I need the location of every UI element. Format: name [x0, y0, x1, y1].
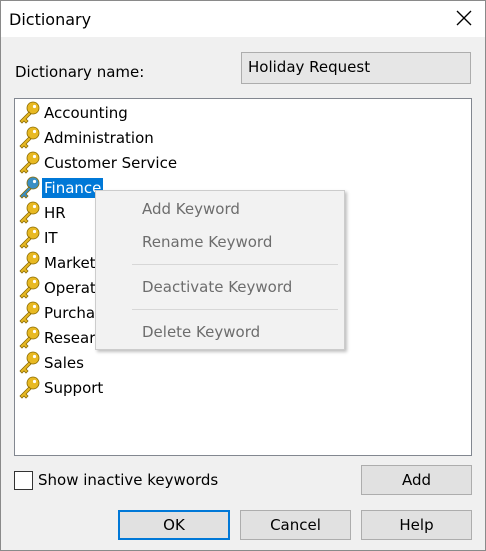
key-icon — [19, 351, 40, 374]
key-icon — [19, 151, 40, 174]
menu-item-delete-keyword[interactable]: Delete Keyword — [142, 323, 260, 341]
ok-button[interactable]: OK — [118, 510, 230, 540]
key-icon — [19, 326, 40, 349]
list-item-label: Sales — [44, 354, 84, 372]
list-item-label: IT — [44, 229, 58, 247]
key-icon — [19, 251, 40, 274]
key-icon — [19, 101, 40, 124]
list-item-label: Marketi — [44, 254, 100, 272]
title-bar: Dictionary — [1, 1, 485, 37]
show-inactive-label[interactable]: Show inactive keywords — [38, 471, 218, 489]
key-icon — [19, 301, 40, 324]
list-item-label: Administration — [44, 129, 154, 147]
list-item-label: Support — [44, 379, 104, 397]
dictionary-dialog: Dictionary Dictionary name: Holiday Requ… — [0, 0, 486, 551]
add-button[interactable]: Add — [361, 465, 472, 495]
key-icon — [19, 126, 40, 149]
dictionary-name-label: Dictionary name: — [15, 63, 145, 81]
help-button[interactable]: Help — [361, 510, 472, 540]
key-icon — [19, 376, 40, 399]
key-icon — [19, 201, 40, 224]
close-icon[interactable] — [453, 7, 475, 29]
show-inactive-checkbox[interactable] — [14, 471, 33, 490]
menu-item-deactivate-keyword[interactable]: Deactivate Keyword — [142, 278, 292, 296]
list-item-label: Accounting — [44, 104, 128, 122]
menu-separator — [132, 309, 338, 310]
list-item-label: Operati — [44, 279, 100, 297]
dictionary-name-field: Holiday Request — [241, 52, 471, 84]
cancel-button[interactable]: Cancel — [240, 510, 351, 540]
key-icon — [19, 226, 40, 249]
menu-separator — [132, 264, 338, 265]
key-icon — [19, 276, 40, 299]
menu-item-rename-keyword[interactable]: Rename Keyword — [142, 233, 272, 251]
list-item-label: Customer Service — [44, 154, 178, 172]
menu-item-add-keyword[interactable]: Add Keyword — [142, 200, 240, 218]
context-menu: Add Keyword Rename Keyword Deactivate Ke… — [95, 190, 345, 350]
list-item-label: HR — [44, 204, 66, 222]
window-title: Dictionary — [9, 10, 92, 29]
key-icon — [19, 176, 40, 199]
